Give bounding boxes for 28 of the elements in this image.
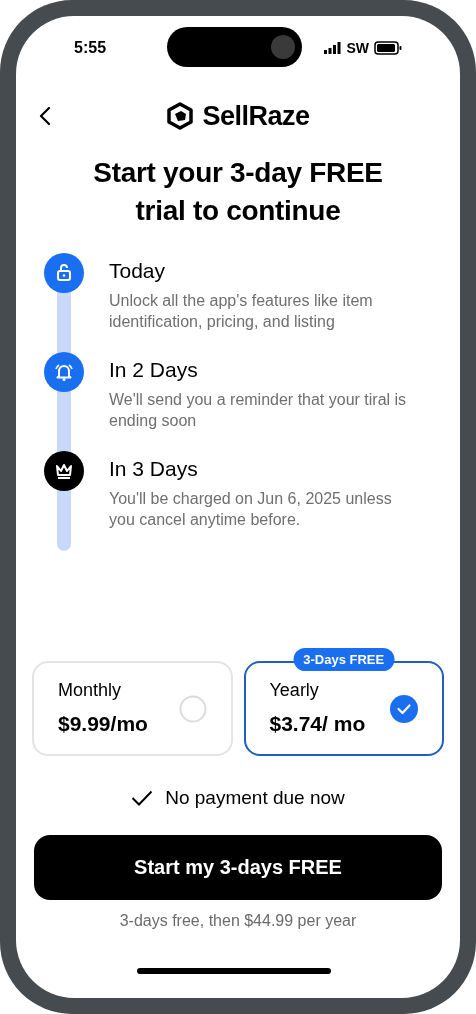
plan-name: Monthly <box>58 679 123 703</box>
bell-icon <box>53 361 75 383</box>
no-payment-note: No payment due now <box>165 786 345 810</box>
logo-icon <box>166 102 195 130</box>
plan-price: $3.74/ mo <box>269 711 366 738</box>
page-title: Start your 3-day FREE trial to continue <box>92 156 384 228</box>
plan-price: $9.99/mo <box>58 711 148 738</box>
battery-icon <box>374 41 402 55</box>
camera-icon <box>270 34 296 60</box>
step-heading: In 2 Days <box>109 357 199 383</box>
radio-icon <box>178 694 207 723</box>
plan-name: Yearly <box>269 679 320 703</box>
price-note: 3-days free, then $44.99 per year <box>119 910 357 931</box>
free-trial-badge: 3-Days FREE <box>293 648 395 671</box>
step-heading: In 3 Days <box>109 456 199 482</box>
carrier-label: SW <box>346 38 369 58</box>
signal-icon <box>324 42 342 54</box>
step-heading: Today <box>109 258 167 284</box>
plan-option[interactable]: Monthly $9.99/mo <box>32 661 233 756</box>
check-icon <box>131 790 154 807</box>
status-time: 5:55 <box>74 38 107 58</box>
step-description: Unlock all the app's features like item identification, pricing, and listing <box>109 291 374 332</box>
step-description: We'll send you a reminder that your tiral is ending soon <box>109 390 408 431</box>
selected-check-icon <box>390 694 418 723</box>
step-description: You'll be charged on Jun 6, 2025 unless you cancel anytime before. <box>109 489 393 530</box>
back-icon <box>39 107 51 125</box>
brand-name: SellRaze <box>202 99 310 133</box>
start-trial-button[interactable]: Start my 3-days FREE <box>34 834 442 900</box>
